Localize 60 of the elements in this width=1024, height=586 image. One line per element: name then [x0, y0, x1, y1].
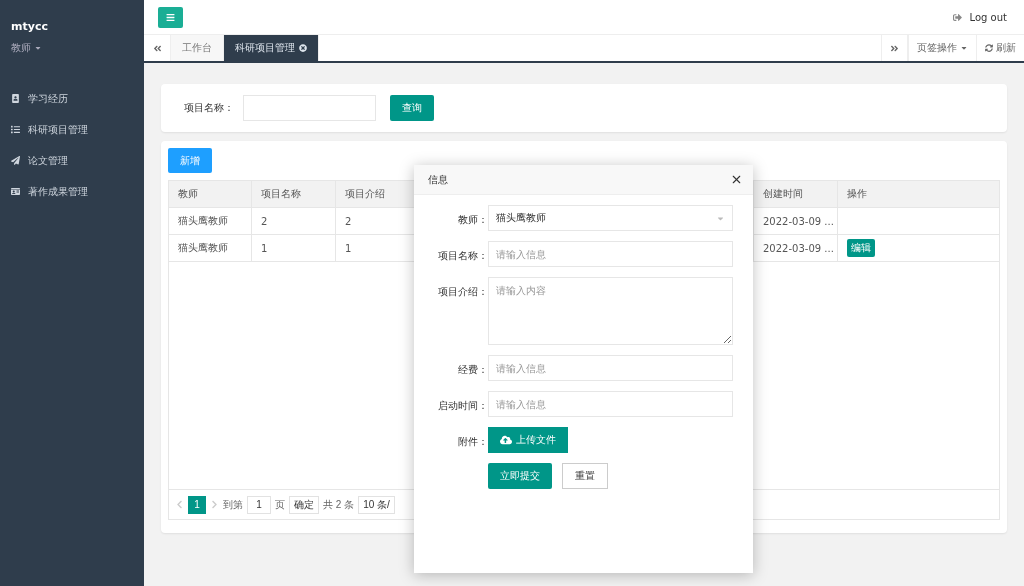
- page-input[interactable]: 1: [247, 495, 271, 514]
- double-left-icon: [152, 43, 162, 53]
- logout-icon: [952, 12, 962, 22]
- sidebar-item[interactable]: 著作成果管理: [0, 176, 144, 207]
- column-header: 项目名称: [252, 181, 336, 207]
- input-field[interactable]: 请输入信息: [488, 241, 733, 267]
- refresh-icon: [985, 44, 993, 52]
- list-icon: [11, 125, 20, 134]
- search-button[interactable]: 查询: [390, 95, 434, 121]
- close-icon[interactable]: [299, 44, 307, 52]
- field-label: 教师：: [457, 213, 488, 227]
- table-cell: 1: [252, 235, 336, 261]
- column-header: 创建时间: [754, 181, 838, 207]
- table-cell: 2: [252, 208, 336, 234]
- total-count: 共 2 条: [323, 497, 355, 512]
- page-label: 页: [275, 497, 285, 512]
- field-label: 启动时间：: [437, 399, 488, 413]
- reset-button[interactable]: 重置: [562, 463, 608, 489]
- sidebar-item[interactable]: 学习经历: [0, 83, 144, 114]
- upload-button[interactable]: 上传文件: [488, 427, 568, 453]
- double-right-icon: [890, 43, 899, 53]
- table-cell: 猫头鹰教师: [169, 208, 252, 234]
- textarea-field[interactable]: 请输入内容: [488, 277, 733, 345]
- submit-button[interactable]: 立即提交: [488, 463, 552, 489]
- search-field[interactable]: [243, 95, 376, 121]
- caret-icon: [34, 44, 42, 52]
- confirm-button[interactable]: 确定: [289, 495, 319, 514]
- field-label: 项目介绍：: [437, 285, 488, 299]
- role-dropdown[interactable]: 教师: [0, 41, 53, 55]
- portrait-icon: [11, 94, 20, 103]
- search-label: 项目名称：: [184, 101, 235, 115]
- field-label: 经费：: [457, 363, 488, 377]
- id-card-icon: [11, 187, 20, 196]
- logout-link[interactable]: Log out: [952, 11, 1007, 23]
- page-number[interactable]: 1: [188, 495, 206, 514]
- menu-icon: [166, 12, 175, 22]
- paper-plane-icon: [11, 156, 20, 165]
- table-cell: 2022-03-09 ...: [754, 208, 838, 234]
- teacher-select[interactable]: 猫头鹰教师: [488, 205, 733, 231]
- page-size-select[interactable]: 10 条/: [358, 495, 395, 514]
- goto-label: 到第: [223, 497, 243, 512]
- tab[interactable]: 科研项目管理: [224, 35, 319, 61]
- scroll-right-button[interactable]: [881, 35, 908, 61]
- input-field[interactable]: 请输入信息: [488, 391, 733, 417]
- close-button[interactable]: [730, 173, 743, 186]
- edit-button[interactable]: 编辑: [847, 239, 875, 257]
- input-field[interactable]: 请输入信息: [488, 355, 733, 381]
- user-name: mtycc: [10, 20, 49, 33]
- cloud-upload-icon: [500, 434, 512, 446]
- caret-icon: [960, 44, 968, 52]
- tab[interactable]: 工作台: [171, 35, 224, 61]
- table-cell: 猫头鹰教师: [169, 235, 252, 261]
- sidebar-item[interactable]: 论文管理: [0, 145, 144, 176]
- field-label: 项目名称：: [437, 249, 488, 263]
- table-cell: 2022-03-09 ...: [754, 235, 838, 261]
- menu-button[interactable]: [158, 6, 183, 28]
- column-header: 教师: [169, 181, 252, 207]
- field-label: 附件：: [457, 435, 488, 449]
- sidebar-item[interactable]: 科研项目管理: [0, 114, 144, 145]
- column-header: 操作: [846, 187, 868, 201]
